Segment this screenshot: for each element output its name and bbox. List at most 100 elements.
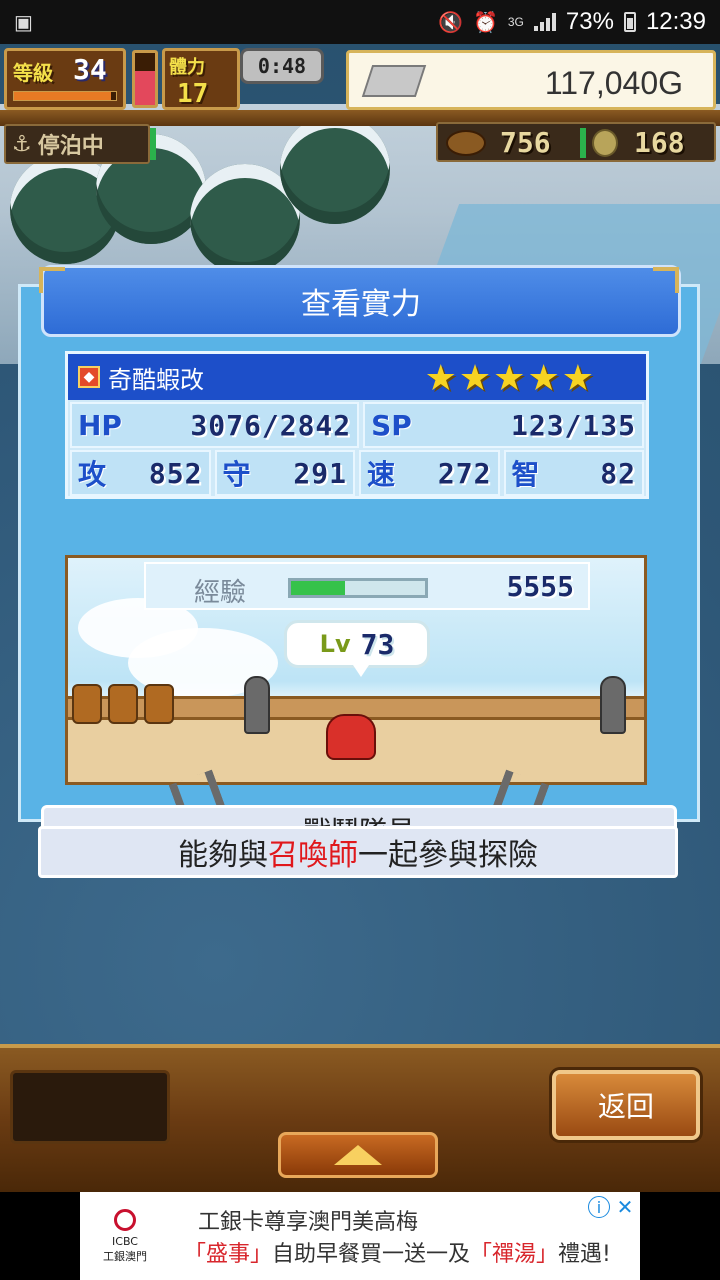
barrel xyxy=(144,684,174,724)
level-label: 等級 xyxy=(13,61,53,85)
crew-level-value: 73 xyxy=(360,627,395,661)
barrel xyxy=(72,684,102,724)
description-text: 一起參與探險 xyxy=(358,838,538,873)
ad-line-1: 工銀卡尊享澳門美高梅 xyxy=(198,1210,419,1235)
signal-icon xyxy=(533,13,556,31)
corner-ornament xyxy=(39,267,65,293)
ad-info-icon[interactable]: i xyxy=(588,1196,610,1218)
player-level-box: 等級 34 xyxy=(4,48,126,110)
hud: 等級 34 體力 17 0:48 117,040G ⚓ 停泊中 756 168 xyxy=(0,44,720,164)
stat-row-attributes: 攻 852 守 291 速 272 智 82 xyxy=(68,450,646,496)
level-progress-bar xyxy=(13,91,117,101)
stat-speed-value: 272 xyxy=(437,456,492,490)
crew-scene: 經驗 5555 Lv 73 xyxy=(65,555,647,785)
stamina-gauge xyxy=(132,50,158,108)
ad-content[interactable]: ICBC 工銀澳門 工銀卡尊享澳門美高梅 「盛事」自助早餐買一送一及「禪湯」禮遇… xyxy=(80,1192,640,1280)
level-value: 34 xyxy=(73,53,107,86)
gold-value: 117,040G xyxy=(544,65,683,101)
stat-intelligence-value: 82 xyxy=(600,456,636,490)
stat-hp: HP 3076/2842 xyxy=(70,402,360,448)
cannon xyxy=(600,676,626,734)
port-status: ⚓ 停泊中 xyxy=(4,124,150,164)
food-value: 756 xyxy=(500,126,551,159)
up-arrow-icon xyxy=(334,1145,382,1165)
silver-bar-icon xyxy=(361,65,427,97)
icbc-logo-text: ICBC 工銀澳門 xyxy=(103,1234,147,1263)
medal-icon xyxy=(592,129,618,157)
stat-sp-value: 123/135 xyxy=(510,408,636,442)
crew-level-label: Lv xyxy=(319,630,351,658)
ad-text-segment: 自助早餐買一送一及 xyxy=(272,1242,471,1267)
ad-text: 工銀卡尊享澳門美高梅 「盛事」自助早餐買一送一及「禪湯」禮遇! xyxy=(170,1204,640,1268)
ad-highlight: 「禪湯」 xyxy=(470,1242,559,1267)
battery-icon xyxy=(623,12,636,32)
crew-level-bubble: Lv 73 xyxy=(284,620,430,677)
ad-banner[interactable]: ICBC 工銀澳門 工銀卡尊享澳門美高梅 「盛事」自助早餐買一送一及「禪湯」禮遇… xyxy=(0,1192,720,1280)
medal-value: 168 xyxy=(634,126,685,159)
strength-dialog: 查看實力 ◆ 奇酷蝦改 ★★★★★ HP 3076/2842 SP 123/13… xyxy=(18,265,700,861)
crew-type-icon: ◆ xyxy=(78,366,100,388)
stamina-gauge-fill xyxy=(135,71,155,105)
battery-percent: 73% xyxy=(565,8,614,35)
stamina-value: 17 xyxy=(177,79,209,109)
rating-stars: ★★★★★ xyxy=(424,358,596,399)
anchor-icon: ⚓ xyxy=(12,131,32,157)
stamina-box: 體力 17 xyxy=(162,48,240,110)
stat-attack-label: 攻 xyxy=(78,458,107,491)
stat-defense: 守 291 xyxy=(214,450,355,496)
stat-row-hp-sp: HP 3076/2842 SP 123/135 xyxy=(68,402,646,448)
icbc-logo: ICBC 工銀澳門 xyxy=(80,1192,170,1280)
gold-box: 117,040G xyxy=(346,50,716,110)
dialog-title: 查看實力 xyxy=(41,265,681,337)
stat-intelligence-label: 智 xyxy=(511,458,540,491)
port-status-label: 停泊中 xyxy=(37,134,104,159)
network-type: 3G xyxy=(507,15,524,29)
experience-bar xyxy=(288,578,428,598)
stat-speed: 速 272 xyxy=(359,450,500,496)
empty-slot xyxy=(10,1070,170,1144)
crew-description: 能夠與 召喚師 一起參與探險 xyxy=(38,826,678,878)
back-button[interactable]: 返回 xyxy=(552,1070,700,1140)
ad-controls: i ✕ xyxy=(588,1195,636,1219)
crew-name-row: ◆ 奇酷蝦改 ★★★★★ xyxy=(68,354,646,400)
ad-highlight: 「盛事」 xyxy=(184,1242,273,1267)
stat-defense-label: 守 xyxy=(222,458,251,491)
port-status-indicator xyxy=(150,128,156,160)
bottom-bar: 返回 xyxy=(0,1044,720,1192)
mute-icon: 🔇 xyxy=(438,11,463,34)
crew-name: 奇酷蝦改 xyxy=(108,365,204,394)
stat-intelligence: 智 82 xyxy=(503,450,644,496)
experience-label: 經驗 xyxy=(194,578,247,608)
ad-close-icon[interactable]: ✕ xyxy=(614,1195,636,1219)
description-text: 能夠與 xyxy=(178,838,268,873)
resource-separator xyxy=(580,128,586,158)
stat-hp-label: HP xyxy=(78,408,122,442)
experience-panel: 經驗 5555 xyxy=(144,562,590,610)
stat-sp: SP 123/135 xyxy=(363,402,644,448)
food-pot-icon xyxy=(446,130,486,156)
expand-menu-button[interactable] xyxy=(278,1132,438,1178)
barrel xyxy=(108,684,138,724)
ad-text-segment: 禮遇! xyxy=(558,1242,611,1267)
experience-value: 5555 xyxy=(506,570,574,603)
ad-line-2: 「盛事」自助早餐買一送一及「禪湯」禮遇! xyxy=(170,1236,640,1268)
stat-hp-value: 3076/2842 xyxy=(190,408,352,442)
screenshot-icon: ▣ xyxy=(14,11,33,34)
stat-sp-label: SP xyxy=(371,408,412,442)
corner-ornament xyxy=(653,267,679,293)
stamina-timer: 0:48 xyxy=(240,48,324,84)
stat-attack: 攻 852 xyxy=(70,450,211,496)
stat-speed-label: 速 xyxy=(367,458,396,491)
status-bar: ▣ 🔇 ⏰ 3G 73% 12:39 xyxy=(0,0,720,44)
alarm-icon: ⏰ xyxy=(472,11,498,34)
level-progress-fill xyxy=(14,92,111,100)
game-view: 等級 34 體力 17 0:48 117,040G ⚓ 停泊中 756 168 xyxy=(0,44,720,1192)
clock: 12:39 xyxy=(645,8,706,35)
status-bar-right: 🔇 ⏰ 3G 73% 12:39 xyxy=(438,8,706,36)
stat-attack-value: 852 xyxy=(148,456,203,490)
crew-sprite xyxy=(326,714,376,760)
description-highlight: 召喚師 xyxy=(268,838,358,873)
icbc-logo-mark xyxy=(114,1208,136,1231)
stats-panel: ◆ 奇酷蝦改 ★★★★★ HP 3076/2842 SP 123/135 攻 8… xyxy=(65,351,649,499)
resources-box: 756 168 xyxy=(436,122,716,162)
